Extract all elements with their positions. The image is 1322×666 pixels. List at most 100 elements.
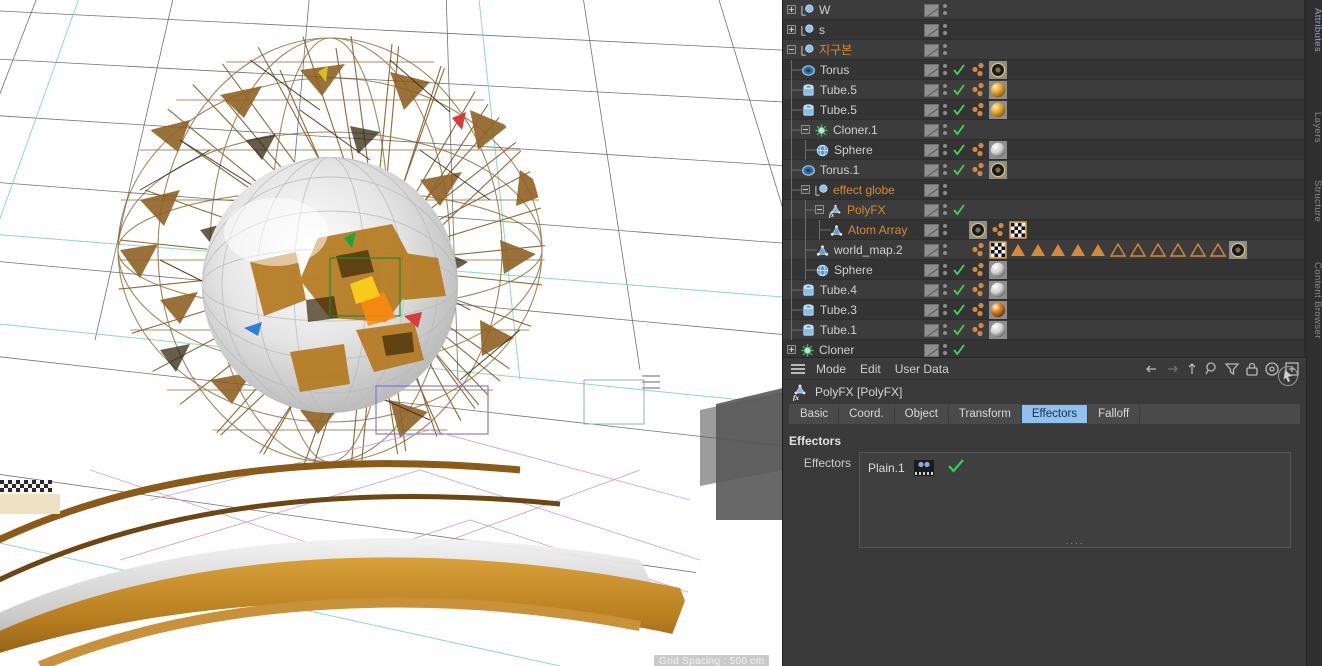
tag-material-dots[interactable] (969, 241, 987, 259)
visibility-dots-toggle[interactable] (924, 84, 939, 97)
tag-checker-tag[interactable] (1009, 221, 1027, 239)
tag-material-white[interactable] (989, 281, 1007, 299)
tag-tri-solid[interactable] (1029, 241, 1047, 259)
forward-arrow-icon[interactable] (1162, 358, 1182, 380)
tag-tri-solid[interactable] (1009, 241, 1027, 259)
menu-edit[interactable]: Edit (853, 358, 888, 380)
visibility-dot-column[interactable] (943, 324, 948, 337)
object-row[interactable]: s (783, 20, 1304, 40)
back-arrow-icon[interactable] (1142, 358, 1162, 380)
3d-viewport[interactable]: Grid Spacing : 500 cm (0, 0, 783, 666)
enable-check-icon[interactable] (952, 103, 966, 117)
dock-tab-structure[interactable]: Structure (1307, 176, 1322, 226)
object-row[interactable]: Torus (783, 59, 1304, 80)
visibility-dot-column[interactable] (943, 104, 948, 117)
tab-coord[interactable]: Coord. (839, 405, 895, 423)
tag-material-dots[interactable] (969, 261, 987, 279)
collapse-icon[interactable] (787, 44, 796, 54)
enable-check-icon[interactable] (952, 83, 966, 97)
expand-icon[interactable] (787, 344, 796, 354)
object-row[interactable]: W (783, 0, 1304, 20)
object-row[interactable]: Tube.3 (783, 299, 1304, 320)
tag-tri-hollow[interactable] (1209, 241, 1227, 259)
tag-material-dots[interactable] (969, 161, 987, 179)
tab-falloff[interactable]: Falloff (1088, 405, 1141, 423)
effector-enabled-check[interactable] (946, 458, 966, 477)
tag-material-dots[interactable] (969, 81, 987, 99)
expand-icon[interactable] (787, 24, 796, 34)
visibility-dot-column[interactable] (943, 64, 948, 77)
object-manager[interactable]: Ws 지구본 Torus Tube.5 Tube.5 Cloner.1 Sphere Toru… (783, 0, 1322, 357)
pick-object-button[interactable] (1278, 366, 1298, 386)
visibility-dots-toggle[interactable] (924, 64, 939, 77)
attribute-tabs[interactable]: Basic Coord. Object Transform Effectors Fallo… (789, 404, 1300, 424)
visibility-dots-toggle[interactable] (924, 104, 939, 117)
tab-transform[interactable]: Transform (948, 405, 1022, 423)
object-row[interactable]: Sphere (783, 259, 1304, 280)
tag-tri-solid[interactable] (1069, 241, 1087, 259)
enable-check-icon[interactable] (952, 63, 966, 77)
dock-tab-attributes[interactable]: Attributes (1307, 4, 1322, 56)
object-row[interactable]: world_map.2 (783, 239, 1304, 260)
tag-checker-tag[interactable] (989, 241, 1007, 259)
lock-icon[interactable] (1242, 358, 1262, 380)
visibility-dot-column[interactable] (943, 4, 948, 17)
visibility-dots-toggle[interactable] (924, 204, 939, 217)
visibility-dots-toggle[interactable] (924, 304, 939, 317)
tag-tri-hollow[interactable] (1189, 241, 1207, 259)
menu-mode[interactable]: Mode (809, 358, 853, 380)
visibility-dots-toggle[interactable] (924, 164, 939, 177)
tag-tri-hollow[interactable] (1129, 241, 1147, 259)
visibility-dot-column[interactable] (943, 164, 948, 177)
visibility-dot-column[interactable] (943, 204, 948, 217)
effector-list-item[interactable]: Plain.1 (868, 458, 966, 477)
object-row[interactable]: Tube.5 (783, 99, 1304, 120)
object-tree[interactable]: Ws 지구본 Torus Tube.5 Tube.5 Cloner.1 Sphere Toru… (783, 0, 1304, 357)
enable-check-icon[interactable] (952, 263, 966, 277)
enable-check-icon[interactable] (952, 303, 966, 317)
effectors-list-box[interactable]: Plain.1 .... (859, 452, 1291, 548)
enable-check-icon[interactable] (952, 123, 966, 137)
visibility-dots-toggle[interactable] (924, 124, 939, 137)
visibility-dots-toggle[interactable] (924, 324, 939, 337)
list-grip-dots[interactable]: .... (1065, 537, 1084, 547)
visibility-dots-toggle[interactable] (924, 24, 939, 37)
tag-tri-solid[interactable] (1089, 241, 1107, 259)
object-row[interactable]: effect globe (783, 179, 1304, 200)
object-row[interactable]: Tube.5 (783, 79, 1304, 100)
tag-material-white[interactable] (989, 141, 1007, 159)
visibility-dots-toggle[interactable] (924, 4, 939, 17)
enable-check-icon[interactable] (952, 203, 966, 217)
tag-material-torus-black[interactable] (969, 221, 987, 239)
tag-material-dots[interactable] (969, 61, 987, 79)
tag-material-dots[interactable] (969, 301, 987, 319)
tag-material-dots[interactable] (969, 321, 987, 339)
visibility-dot-column[interactable] (943, 304, 948, 317)
collapse-icon[interactable] (801, 124, 810, 134)
object-row[interactable]: Tube.4 (783, 279, 1304, 300)
object-row[interactable]: Sphere (783, 139, 1304, 160)
tag-material-white[interactable] (989, 321, 1007, 339)
tab-effectors[interactable]: Effectors (1021, 405, 1089, 423)
filter-icon[interactable] (1222, 358, 1242, 380)
visibility-dots-toggle[interactable] (924, 224, 939, 237)
tag-material-dots[interactable] (969, 101, 987, 119)
visibility-dot-column[interactable] (943, 264, 948, 277)
visibility-dot-column[interactable] (943, 44, 948, 57)
visibility-dot-column[interactable] (943, 284, 948, 297)
menu-user-data[interactable]: User Data (888, 358, 956, 380)
visibility-dots-toggle[interactable] (924, 184, 939, 197)
tab-object[interactable]: Object (894, 405, 949, 423)
tag-tri-hollow[interactable] (1109, 241, 1127, 259)
collapse-icon[interactable] (801, 184, 810, 194)
visibility-dot-column[interactable] (943, 144, 948, 157)
tag-material-torus-black[interactable] (1229, 241, 1247, 259)
object-row[interactable]: Tube.1 (783, 319, 1304, 340)
dock-tab-layers[interactable]: Layers (1307, 108, 1322, 147)
visibility-dots-toggle[interactable] (924, 264, 939, 277)
enable-check-icon[interactable] (952, 283, 966, 297)
dock-tab-content-browser[interactable]: Content Browser (1307, 258, 1322, 343)
visibility-dots-toggle[interactable] (924, 244, 939, 257)
object-row[interactable]: Atom Array (783, 219, 1304, 240)
visibility-dots-toggle[interactable] (924, 284, 939, 297)
